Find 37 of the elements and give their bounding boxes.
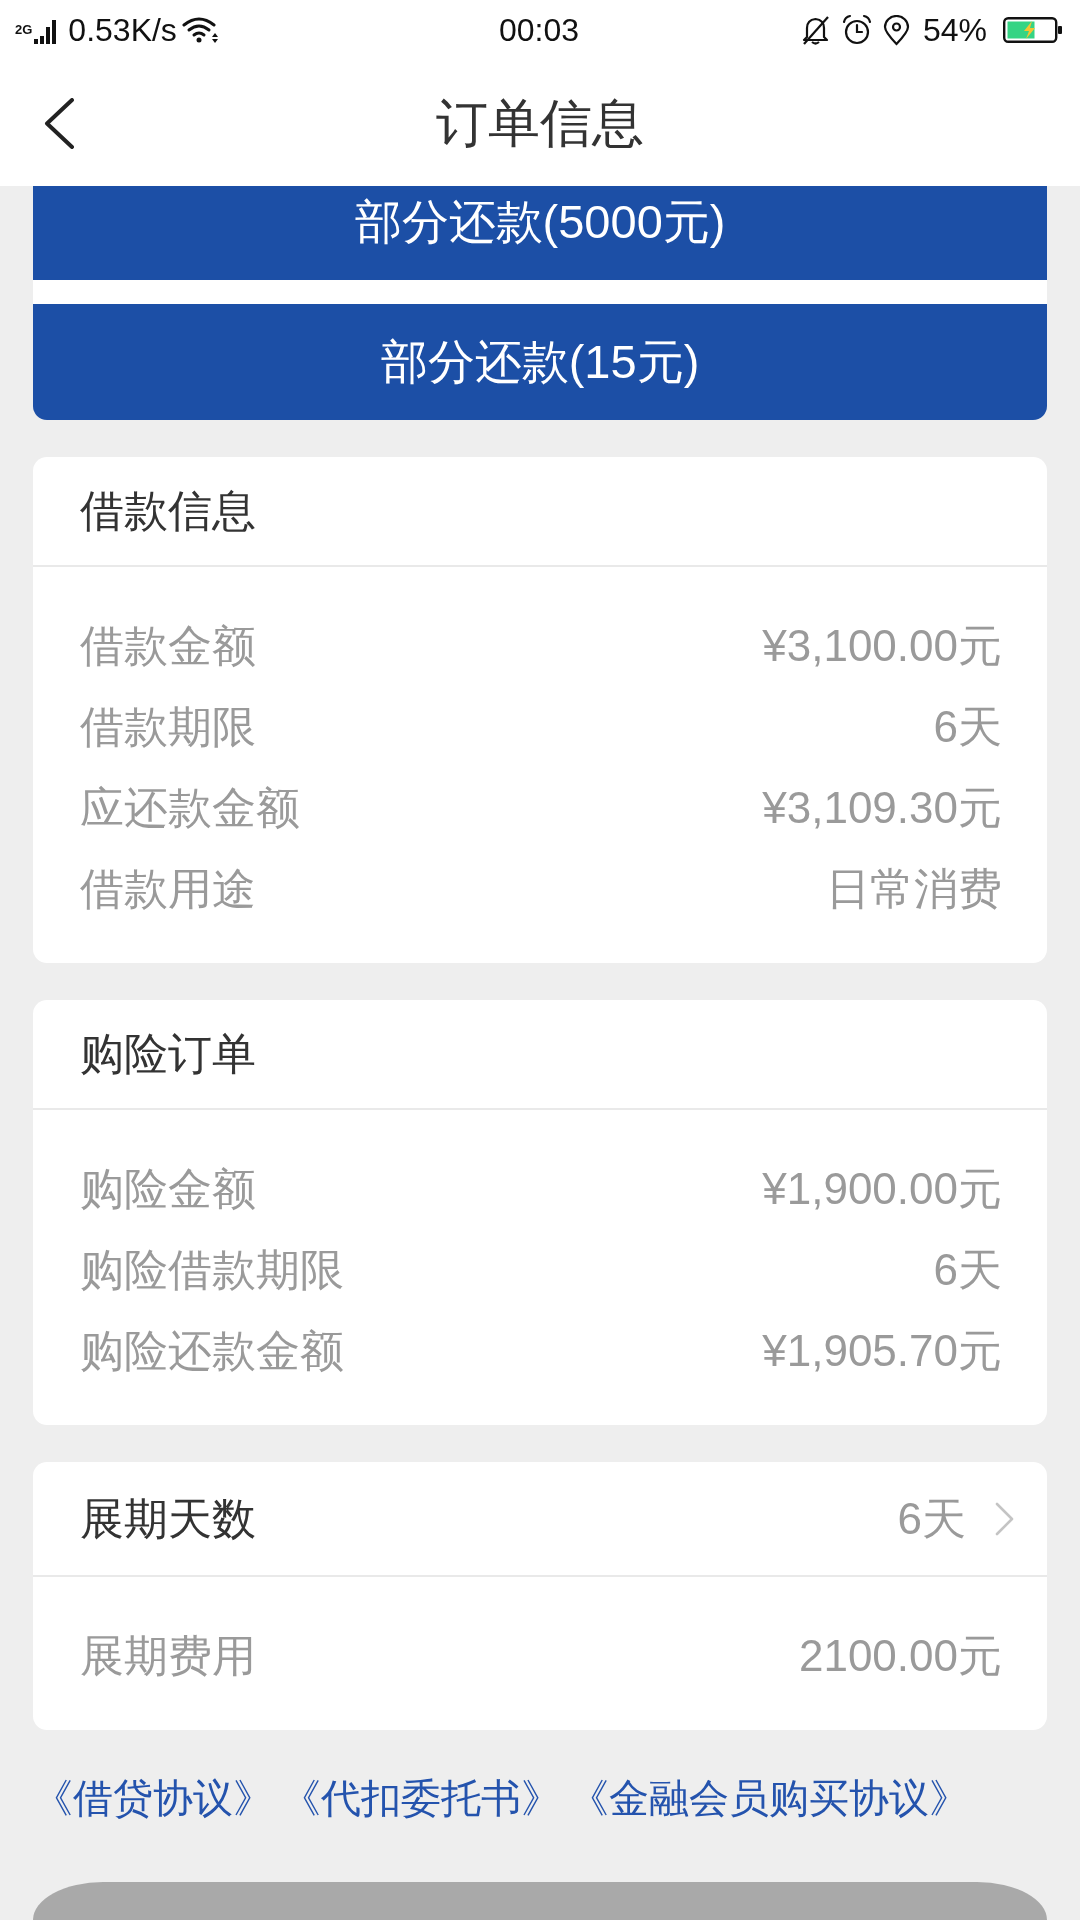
row-label: 购险还款金额 <box>80 1325 344 1376</box>
network-type-label: 2G <box>15 23 33 36</box>
agreement-link[interactable]: 《代扣委托书》 <box>281 1776 561 1820</box>
row-value: 2100.00元 <box>798 1630 1002 1681</box>
row-value: 6天 <box>933 701 1002 752</box>
signal-icon <box>34 20 57 44</box>
back-icon[interactable] <box>44 97 75 149</box>
muted-bell-icon <box>800 15 830 45</box>
network-speed: 0.53K/s <box>68 12 177 48</box>
row-label: 展期费用 <box>80 1630 256 1681</box>
agreement-link[interactable]: 《金融会员购买协议》 <box>569 1776 969 1820</box>
repayment-button[interactable]: 部分还款(5000元) <box>33 186 1047 280</box>
row-value: ¥3,109.30元 <box>762 782 1002 833</box>
battery-percentage: 54% <box>922 12 987 48</box>
alarm-clock-icon <box>840 14 873 46</box>
row-value: ¥3,100.00元 <box>762 620 1002 671</box>
location-pin-icon <box>882 14 910 46</box>
row-label: 借款金额 <box>80 620 256 671</box>
card-title: 借款信息 <box>80 486 256 536</box>
charging-battery-icon <box>1003 17 1063 43</box>
row-label: 借款用途 <box>80 863 256 914</box>
repayment-button[interactable]: 部分还款(15元) <box>33 304 1047 420</box>
row-value: 日常消费 <box>826 863 1002 914</box>
clock-time: 00:03 <box>498 12 580 48</box>
wifi-icon <box>180 16 221 44</box>
row-label: 购险借款期限 <box>80 1244 344 1295</box>
row-value: 6天 <box>933 1244 1002 1295</box>
agreement-link[interactable]: 《借贷协议》 <box>33 1776 273 1820</box>
page-title: 订单信息 <box>436 93 644 153</box>
card-title: 购险订单 <box>80 1029 256 1079</box>
row-label: 购险金额 <box>80 1163 256 1214</box>
row-value: ¥1,905.70元 <box>762 1325 1002 1376</box>
picker-label: 展期天数 <box>80 1493 256 1544</box>
row-label: 借款期限 <box>80 701 256 752</box>
chevron-right-icon[interactable] <box>994 1501 1015 1536</box>
row-value: ¥1,900.00元 <box>762 1163 1002 1214</box>
row-label: 应还款金额 <box>80 782 300 833</box>
